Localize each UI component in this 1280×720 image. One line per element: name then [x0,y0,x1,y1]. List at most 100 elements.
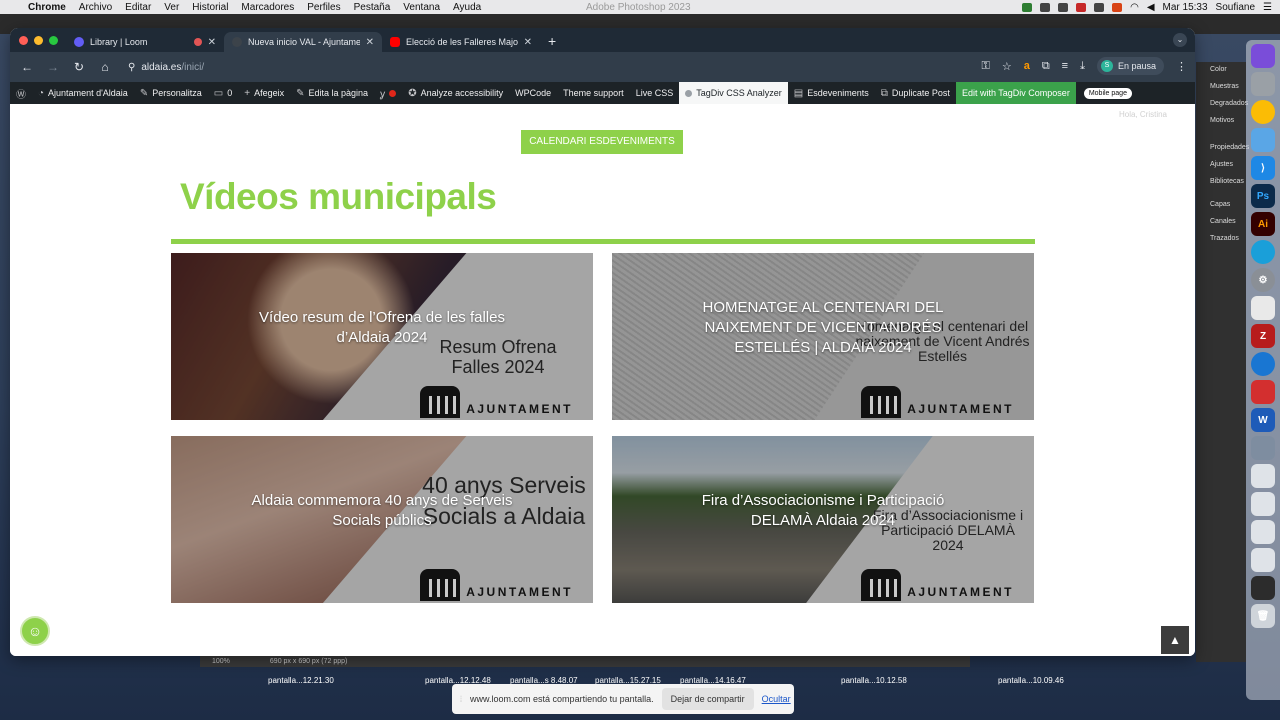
menubar-user[interactable]: Soufiane [1216,2,1255,13]
stop-sharing-button[interactable]: Dejar de compartir [661,688,754,710]
close-tab-icon[interactable]: ✕ [208,37,216,48]
ps-panel-trazados[interactable]: Trazados [1196,231,1246,248]
menu-item-historial[interactable]: Historial [192,2,228,13]
dock-file-icon[interactable] [1251,492,1275,516]
control-center-icon[interactable]: ☰ [1263,2,1272,13]
tab-loom[interactable]: Library | Loom ✕ [66,32,224,52]
close-tab-icon[interactable]: ✕ [524,37,532,48]
desktop-file[interactable]: pantalla...12.21.30 [268,676,334,685]
tab-aldaia[interactable]: Nueva inicio VAL - Ajuntament ✕ [224,32,382,52]
back-icon[interactable]: ← [20,60,34,74]
wp-new[interactable]: + Afegeix [238,82,290,104]
wp-yoast[interactable]: ỿ [374,82,402,104]
menu-item-pestana[interactable]: Pestaña [354,2,391,13]
status-app-icon[interactable] [1076,2,1087,12]
video-title[interactable]: Vídeo resum de l’Ofrena de les falles d’… [171,308,593,348]
tab-youtube[interactable]: Elecció de les Falleres Majors ✕ [382,32,540,52]
wp-theme-support[interactable]: Theme support [557,82,630,104]
dock-chrome-icon[interactable] [1251,100,1275,124]
drag-handle-icon[interactable]: ⦙ [460,694,462,705]
minimize-window-button[interactable] [34,36,43,45]
status-app-icon[interactable] [1022,2,1033,12]
status-app-icon[interactable] [1040,2,1051,12]
hide-share-bar-link[interactable]: Ocultar [762,694,791,704]
wp-comments[interactable]: ▭ 0 [208,82,238,104]
profile-button[interactable]: S En pausa [1096,57,1164,75]
dock-filezilla-icon[interactable]: Z [1251,324,1275,348]
dock-file-icon[interactable] [1251,576,1275,600]
status-app-icon[interactable] [1058,2,1069,12]
dock-app-icon[interactable] [1251,352,1275,376]
video-card[interactable]: Homenatge al centenari del naixement de … [612,253,1034,420]
wp-logo-icon[interactable]: Ⓦ [10,82,32,104]
accessibility-widget-icon[interactable]: ☺ [20,616,50,646]
new-tab-button[interactable]: + [540,33,564,52]
wp-tagdiv-css[interactable]: TagDiv CSS Analyzer [679,82,788,104]
video-title[interactable]: Fira d’Associacionisme i Participació DE… [612,491,1034,531]
dock-file-icon[interactable] [1251,520,1275,544]
dock-acrobat-icon[interactable] [1251,380,1275,404]
wp-events[interactable]: ▤ Esdeveniments [788,82,875,104]
flag-icon[interactable] [1112,2,1123,12]
bookmark-star-icon[interactable]: ☆ [1002,60,1012,73]
calendar-button[interactable]: CALENDARI ESDEVENIMENTS [521,130,683,154]
dock-illustrator-icon[interactable]: Ai [1251,212,1275,236]
menu-item-ver[interactable]: Ver [164,2,179,13]
menu-app-name[interactable]: Chrome [28,2,66,13]
ps-panel-degradados[interactable]: Degradados [1196,96,1248,113]
dock-preview-icon[interactable] [1251,128,1275,152]
ps-zoom-level[interactable]: 100% [212,658,230,665]
video-title[interactable]: Aldaia commemora 40 anys de Serveis Soci… [171,491,593,531]
video-card[interactable]: 40 anys Serveis Socials a Aldaia AJUNTAM… [171,436,593,603]
howdy-user[interactable]: Hola, Cristina [1119,110,1167,119]
wp-mobile-page[interactable]: Mobile page [1083,87,1132,99]
dock-settings-icon[interactable]: ⚙ [1251,268,1275,292]
tab-search-icon[interactable]: ⌄ [1173,33,1187,47]
close-window-button[interactable] [19,36,28,45]
dock-word-icon[interactable]: W [1251,408,1275,432]
menu-item-ayuda[interactable]: Ayuda [453,2,481,13]
ps-panel-ajustes[interactable]: Ajustes [1196,157,1246,174]
wp-live-css[interactable]: Live CSS [630,82,680,104]
wifi-icon[interactable]: ◠ [1130,2,1139,13]
volume-icon[interactable]: ◀ [1147,2,1155,13]
desktop-file[interactable]: pantalla...10.12.58 [841,676,907,685]
menu-item-editar[interactable]: Editar [125,2,151,13]
dock-notes-icon[interactable] [1251,296,1275,320]
dock-photoshop-icon[interactable]: Ps [1251,184,1275,208]
menu-item-perfiles[interactable]: Perfiles [307,2,340,13]
menu-item-archivo[interactable]: Archivo [79,2,112,13]
menubar-clock[interactable]: Mar 15:33 [1163,2,1208,13]
close-tab-icon[interactable]: ✕ [366,37,374,48]
dock-file-icon[interactable] [1251,548,1275,572]
amazon-extension-icon[interactable]: a [1024,60,1030,72]
status-app-icon[interactable] [1094,2,1105,12]
ps-panel-canales[interactable]: Canales [1196,214,1246,231]
address-bar[interactable]: ⚲ aldaia.es/inici/ [128,62,204,73]
video-card[interactable]: Resum Ofrena Falles 2024 AJUNTAMENT Víde… [171,253,593,420]
forward-icon[interactable]: → [46,60,60,74]
video-title[interactable]: HOMENATGE AL CENTENARI DEL NAIXEMENT DE … [612,298,1034,358]
zoom-window-button[interactable] [49,36,58,45]
ps-panel-propiedades[interactable]: Propiedades [1196,140,1249,157]
menu-item-marcadores[interactable]: Marcadores [241,2,294,13]
dock-file-icon[interactable] [1251,464,1275,488]
ps-panel-motivos[interactable]: Motivos [1196,113,1246,130]
dock-app-icon[interactable] [1251,436,1275,460]
menu-item-ventana[interactable]: Ventana [403,2,440,13]
scroll-to-top-button[interactable]: ▲ [1161,626,1189,654]
site-info-icon[interactable]: ⚲ [128,62,135,73]
reload-icon[interactable]: ↻ [72,60,86,74]
wp-wpcode[interactable]: WPCode [509,82,557,104]
reading-list-icon[interactable]: ≡ [1062,60,1068,72]
ps-panel-bibliotecas[interactable]: Bibliotecas [1196,174,1246,191]
wp-duplicate-post[interactable]: ⧉ Duplicate Post [875,82,956,104]
video-card[interactable]: Fira d’Associacionisme i Participació DE… [612,436,1034,603]
ps-panel-capas[interactable]: Capas [1196,197,1246,214]
ps-panel-muestras[interactable]: Muestras [1196,79,1246,96]
dock-launchpad-icon[interactable] [1251,72,1275,96]
dock-app-icon[interactable] [1251,44,1275,68]
wp-tagdiv-composer[interactable]: Edit with TagDiv Composer [955,82,1076,104]
dock-edge-icon[interactable] [1251,240,1275,264]
wp-site-name[interactable]: ◔ Ajuntament d'Aldaia [32,82,134,104]
